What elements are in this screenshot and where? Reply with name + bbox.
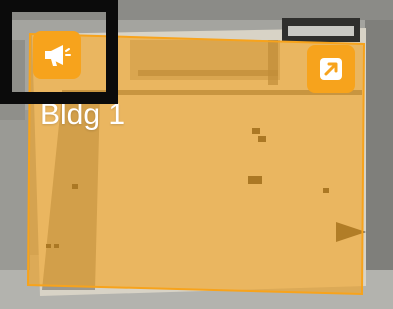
building-label: Bldg 1 [40, 98, 126, 131]
megaphone-icon [45, 45, 71, 66]
map-view[interactable]: Bldg 1 [0, 0, 393, 309]
announce-button[interactable] [33, 31, 81, 79]
arrow-up-right-icon [320, 58, 342, 80]
expand-button[interactable] [307, 45, 355, 93]
